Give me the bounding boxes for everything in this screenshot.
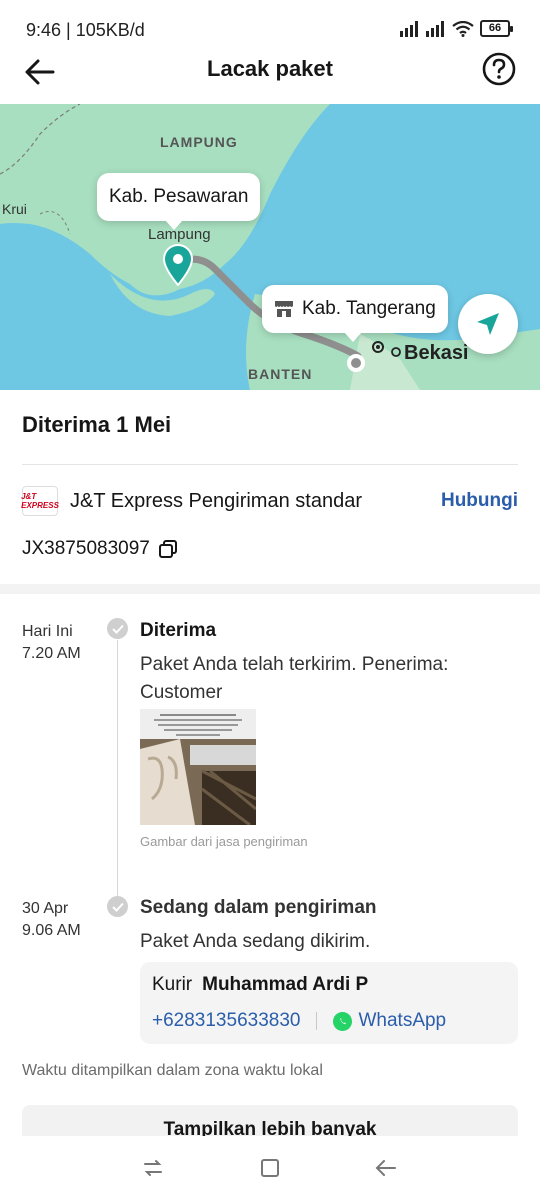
check-icon [107,896,128,917]
map-label-krui: Krui [2,201,27,217]
question-circle-icon [482,52,516,86]
timeline-event-1-title: Diterima [140,620,217,641]
timeline-event-2-description: Paket Anda sedang dikirim. [140,931,371,952]
timeline-event-2-time: 30 Apr 9.06 AM [22,898,81,942]
status-icons: 66 [400,20,513,37]
destination-callout: Kab. Tangerang [262,285,448,342]
section-divider [0,584,540,594]
map-label-banten: BANTEN [248,366,313,382]
courier-info: Kurir Muhammad Ardi P [152,974,368,996]
separator [316,1012,318,1030]
timeline-event-2-title: Sedang dalam pengiriman [140,897,377,918]
event-time: 9.06 AM [22,922,81,939]
battery-icon: 66 [480,20,513,37]
contact-carrier-link[interactable]: Hubungi [441,490,518,512]
divider [22,464,518,465]
tracking-row: JX3875083097 [22,538,178,560]
delivery-proof-photo[interactable] [140,709,256,825]
whatsapp-icon[interactable] [333,1011,353,1031]
origin-label: Kab. Pesawaran [109,186,249,207]
map-label-bekasi: Bekasi [404,342,469,364]
store-icon [275,301,293,317]
destination-label: Kab. Tangerang [302,298,436,319]
event-date: 30 Apr [22,900,69,917]
signal-icon-2 [426,20,444,37]
whatsapp-link[interactable]: WhatsApp [358,1010,446,1032]
courier-contacts: +6283135633830 WhatsApp [152,1010,446,1032]
map-label-lampung: LAMPUNG [160,134,238,150]
courier-label: Kurir [152,974,193,995]
courier-phone-link[interactable]: +6283135633830 [152,1010,300,1032]
header: Lacak paket [0,44,540,102]
origin-pin-icon [162,244,194,286]
courier-card: Kurir Muhammad Ardi P +6283135633830 What… [140,962,518,1044]
carrier-name: J&T Express Pengiriman standar [70,489,362,512]
locate-button[interactable] [458,294,518,354]
recents-icon[interactable] [141,1156,165,1180]
page-title: Lacak paket [207,56,333,81]
carrier-logo: J&T EXPRESS [21,486,59,516]
tracking-map[interactable]: LAMPUNG Krui Lampung BANTEN Bekasi Kab. … [0,104,540,390]
navigation-arrow-icon [477,313,499,335]
origin-callout: Kab. Pesawaran [97,173,261,230]
wifi-icon [452,20,474,37]
signal-icon [400,20,418,37]
back-nav-icon[interactable] [374,1156,398,1180]
timezone-note: Waktu ditampilkan dalam zona waktu lokal [22,1062,323,1079]
timeline-event-1-time: Hari Ini 7.20 AM [22,621,81,665]
help-button[interactable] [482,52,518,88]
check-icon [107,618,128,639]
system-nav-bar [0,1136,540,1200]
carrier-row: J&T EXPRESS J&T Express Pengiriman stand… [21,484,518,518]
courier-name: Muhammad Ardi P [202,974,369,995]
timeline-event-1-description: Paket Anda telah terkirim. Penerima: Cus… [140,654,449,703]
tracking-number: JX3875083097 [22,538,150,559]
delivery-status-title: Diterima 1 Mei [22,412,172,437]
event-time: 7.20 AM [22,645,81,662]
event-date: Hari Ini [22,623,73,640]
status-time: 9:46 | 105KB/d [26,20,145,40]
photo-caption: Gambar dari jasa pengiriman [140,834,308,849]
copy-icon[interactable] [158,539,178,559]
timeline-line [117,640,118,896]
home-icon[interactable] [258,1156,282,1180]
